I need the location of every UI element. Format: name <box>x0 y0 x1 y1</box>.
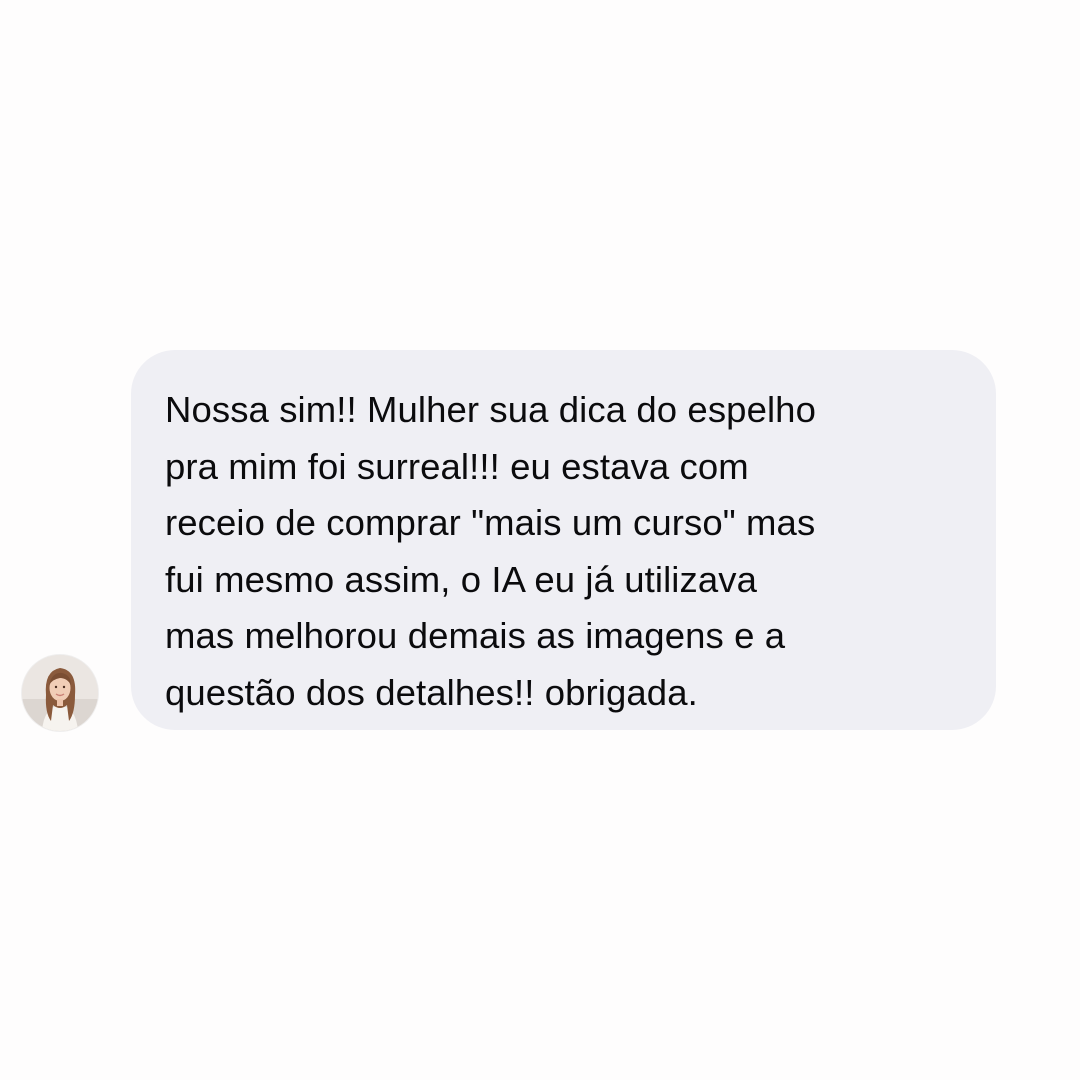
sender-avatar[interactable] <box>22 655 98 731</box>
profile-photo-avatar-icon <box>22 655 98 731</box>
incoming-message-row: Nossa sim!! Mulher sua dica do espelho p… <box>0 0 1080 1080</box>
message-bubble[interactable]: Nossa sim!! Mulher sua dica do espelho p… <box>131 350 996 730</box>
message-text: Nossa sim!! Mulher sua dica do espelho p… <box>165 389 816 713</box>
